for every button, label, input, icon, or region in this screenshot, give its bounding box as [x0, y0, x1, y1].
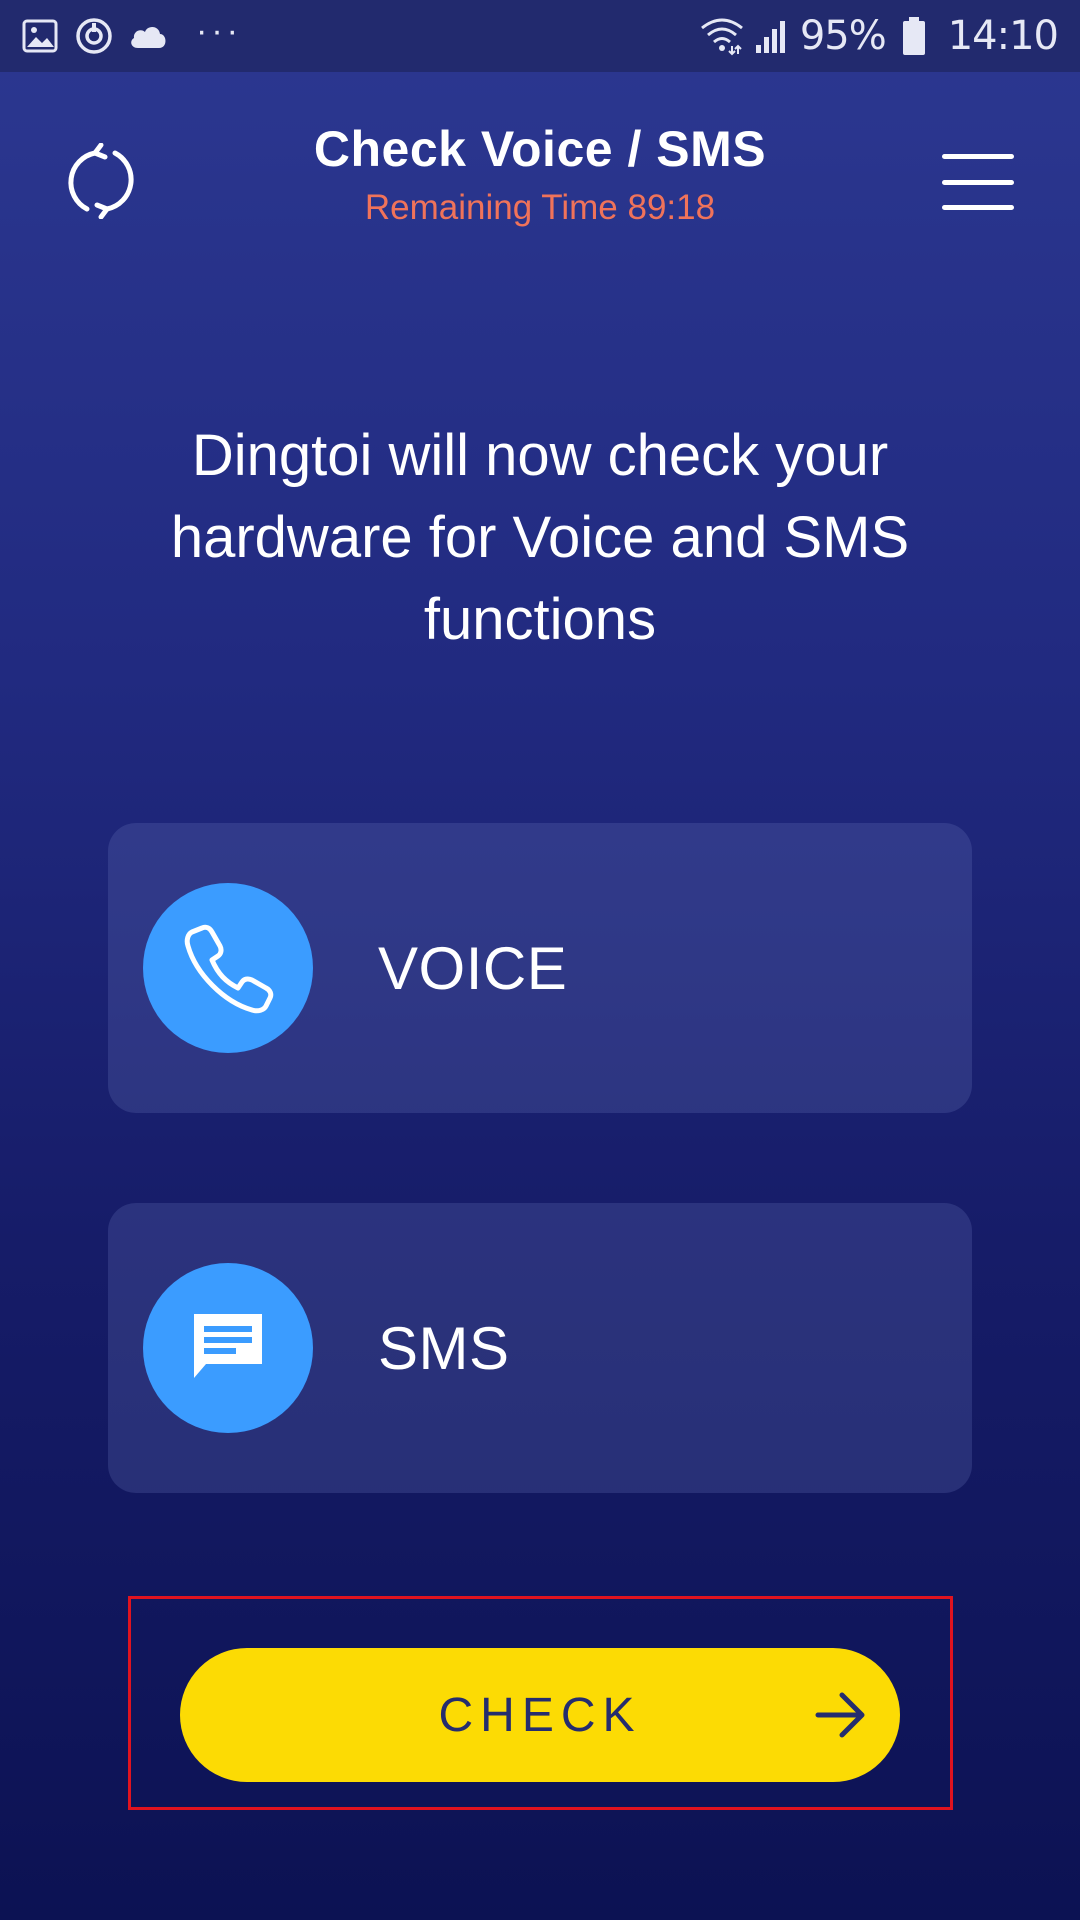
- status-time: 14:10: [947, 13, 1059, 59]
- menu-icon-line: [942, 205, 1014, 210]
- sms-icon-circle: [143, 1263, 313, 1433]
- phone-icon: [184, 924, 274, 1014]
- signal-icon: [750, 14, 794, 58]
- app-header: Check Voice / SMS Remaining Time 89:18: [0, 72, 1080, 252]
- intro-line: hardware for Voice and SMS: [170, 505, 910, 570]
- status-bar: ··· 95% 14:10: [0, 0, 1080, 72]
- voice-icon-circle: [143, 883, 313, 1053]
- status-bar-left: ···: [20, 14, 242, 58]
- voice-card: VOICE: [108, 823, 972, 1113]
- check-button-label: CHECK: [438, 1688, 642, 1742]
- wifi-icon: [700, 14, 744, 58]
- message-icon: [194, 1314, 262, 1378]
- arrow-right-icon: [815, 1692, 865, 1738]
- menu-icon-line: [942, 179, 1014, 185]
- page-title: Check Voice / SMS: [313, 121, 767, 177]
- overflow-dots: ···: [196, 12, 242, 50]
- battery-percent: 95%: [799, 13, 887, 59]
- intro-line: Dingtoi will now check your: [191, 423, 889, 488]
- sms-label: SMS: [378, 1314, 510, 1382]
- remaining-time: Remaining Time 89:18: [364, 188, 716, 227]
- battery-icon: [892, 14, 936, 58]
- intro-text: Dingtoi will now check your hardware for…: [120, 415, 960, 661]
- sms-card: SMS: [108, 1203, 972, 1493]
- image-icon: [20, 16, 60, 56]
- menu-icon-line: [942, 154, 1014, 159]
- menu-button[interactable]: [940, 150, 1016, 214]
- check-button[interactable]: CHECK: [180, 1648, 900, 1782]
- cloud-icon: [128, 16, 168, 56]
- status-bar-right: 95% 14:10: [694, 13, 1059, 59]
- sync-timer-icon: [74, 16, 114, 56]
- intro-line: functions: [423, 587, 657, 652]
- voice-label: VOICE: [378, 934, 568, 1002]
